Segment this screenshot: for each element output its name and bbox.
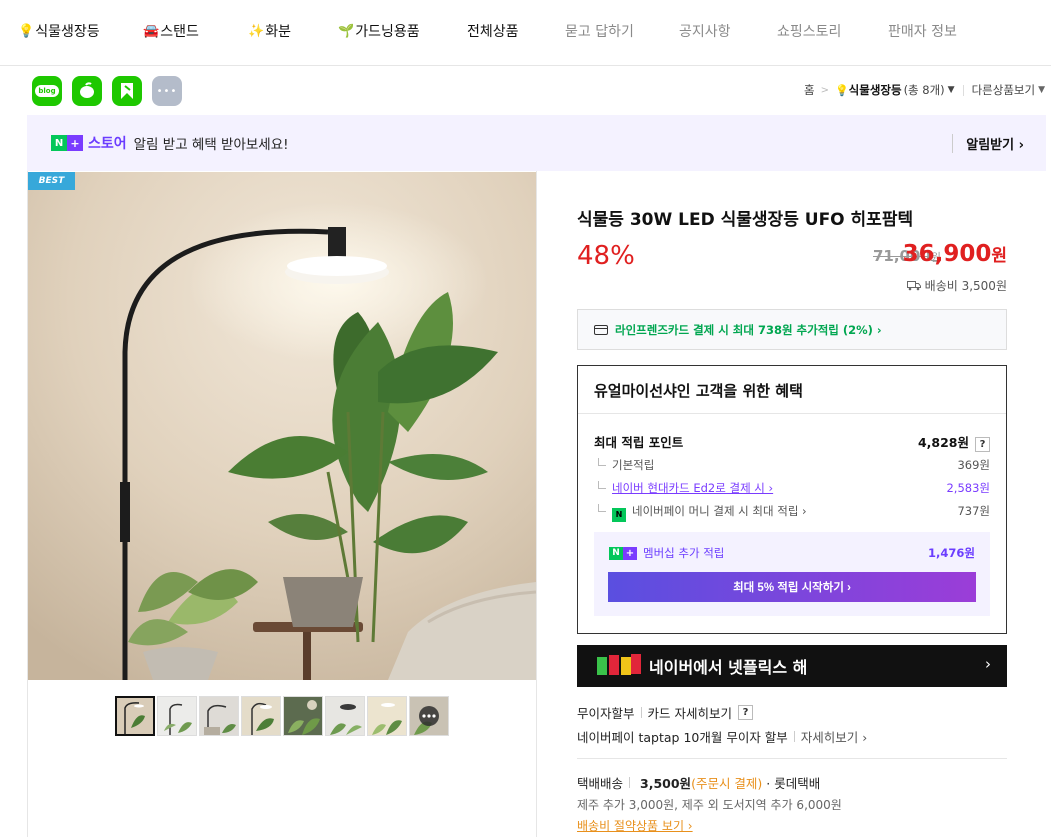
breadcrumb: 홈 > 💡 식물생장등 (총 8개) ▼ 다른상품보기 ▼ bbox=[804, 82, 1045, 98]
bookmark-icon bbox=[121, 83, 133, 99]
delivery-row: 택배배송 3,500원 (주문시 결제) · 롯데택배 bbox=[577, 776, 821, 791]
talk-link-button[interactable] bbox=[72, 76, 102, 106]
points-row: 기본적립 369원 bbox=[594, 457, 990, 473]
chevron-right-icon: › bbox=[985, 655, 991, 673]
naverpay-link[interactable]: 네이버페이 머니 결제 시 최대 적립 › bbox=[632, 504, 807, 518]
netflix-promo-banner[interactable]: 네이버에서 넷플릭스 해 › bbox=[577, 645, 1007, 687]
thumbnail-image[interactable] bbox=[283, 696, 323, 736]
top-navigation: 💡 식물생장등 🚘 스탠드 ✨ 화분 🌱 가드닝용품 전체상품 묻고 답하기 공지사항 … bbox=[0, 0, 1051, 66]
shipping-fee: 배송비 3,500원 bbox=[906, 277, 1007, 294]
divider bbox=[962, 84, 964, 96]
banner-message: 알림 받고 혜택 받아보세요! bbox=[133, 137, 289, 153]
nav-item-plant-light[interactable]: 💡 식물생장등 bbox=[18, 21, 100, 41]
nav-item-pot[interactable]: ✨ 화분 bbox=[248, 21, 291, 41]
nav-item-stand[interactable]: 🚘 스탠드 bbox=[143, 21, 199, 41]
truck-icon bbox=[906, 281, 921, 291]
max-points-row: 최대 적립 포인트 4,828원? bbox=[594, 432, 990, 452]
hyundai-card-link[interactable]: 네이버 현대카드 Ed2로 결제 시 › bbox=[612, 481, 773, 495]
card-detail-link[interactable]: 카드 자세히보기 bbox=[648, 703, 732, 722]
delivery-extra: 제주 추가 3,000원, 제주 외 도서지역 추가 6,000원 bbox=[577, 798, 842, 812]
store-label: 스토어 bbox=[88, 136, 127, 152]
subscribe-alert-button[interactable]: 알림받기 › bbox=[952, 134, 1024, 153]
more-button[interactable]: ••• bbox=[152, 76, 182, 106]
discount-rate: 48% bbox=[577, 241, 635, 271]
installment-row: 무이자할부 카드 자세히보기 ? bbox=[577, 703, 753, 722]
membership-start-button[interactable]: 최대 5% 적립 시작하기 › bbox=[608, 572, 976, 602]
blog-link-button[interactable]: blog bbox=[32, 76, 62, 106]
cup-icon bbox=[80, 82, 94, 98]
naver-plus-logo: N + bbox=[51, 135, 83, 151]
car-icon: 🚘 bbox=[143, 23, 160, 39]
thumbnail-image[interactable] bbox=[199, 696, 239, 736]
sparkle-icon: ✨ bbox=[248, 23, 265, 39]
naver-plus-logo: N + bbox=[609, 546, 637, 560]
help-icon[interactable]: ? bbox=[738, 705, 753, 720]
taptap-row: 네이버페이 taptap 10개월 무이자 할부 자세히보기 › bbox=[577, 727, 867, 746]
thumbnail-strip bbox=[115, 696, 449, 736]
points-row: 네이버 현대카드 Ed2로 결제 시 › 2,583원 bbox=[594, 480, 990, 496]
bulb-icon: 💡 bbox=[18, 23, 35, 39]
netflix-promo-logo bbox=[597, 654, 641, 675]
social-links: blog ••• bbox=[32, 76, 182, 106]
benefit-header: 유얼마이선샤인 고객을 위한 혜택 bbox=[578, 366, 1006, 414]
thumbnail-image[interactable] bbox=[157, 696, 197, 736]
thumbnail-image[interactable] bbox=[325, 696, 365, 736]
divider bbox=[577, 758, 1007, 759]
shipping-saving-link[interactable]: 배송비 절약상품 보기 › bbox=[577, 817, 693, 834]
bookmark-link-button[interactable] bbox=[112, 76, 142, 106]
breadcrumb-count: (총 8개) bbox=[903, 83, 945, 97]
points-row: N 네이버페이 머니 결제 시 최대 적립 › 737원 bbox=[594, 503, 990, 522]
bulb-icon: 💡 bbox=[834, 83, 849, 97]
thumbnail-image[interactable] bbox=[409, 696, 449, 736]
nav-item-shopping-story[interactable]: 쇼핑스토리 bbox=[777, 21, 841, 41]
nav-item-seller-info[interactable]: 판매자 정보 bbox=[888, 21, 957, 41]
thumbnail-image[interactable] bbox=[115, 696, 155, 736]
benefit-panel: 유얼마이선샤인 고객을 위한 혜택 최대 적립 포인트 4,828원? 기본적립… bbox=[577, 365, 1007, 634]
breadcrumb-home[interactable]: 홈 bbox=[804, 82, 815, 98]
card-promo-link[interactable]: 라인프렌즈카드 결제 시 최대 738원 추가적립 (2%) › bbox=[577, 309, 1007, 350]
thumbnail-image[interactable] bbox=[367, 696, 407, 736]
sale-price: 36,900원 bbox=[902, 241, 1007, 267]
naverpay-icon: N bbox=[612, 508, 626, 522]
sprout-icon: 🌱 bbox=[338, 23, 355, 39]
nav-item-notice[interactable]: 공지사항 bbox=[679, 21, 731, 41]
product-title: 식물등 30W LED 식물생장등 UFO 히포팜텍 bbox=[577, 210, 914, 230]
credit-card-icon bbox=[594, 324, 608, 335]
help-icon[interactable]: ? bbox=[975, 437, 990, 452]
best-badge: BEST bbox=[28, 172, 75, 190]
nav-item-all-products[interactable]: 전체상품 bbox=[467, 21, 519, 41]
breadcrumb-category[interactable]: 식물생장등 bbox=[849, 82, 902, 98]
thumbnail-image[interactable] bbox=[241, 696, 281, 736]
membership-box: N + 멤버십 추가 적립 1,476원 최대 5% 적립 시작하기 › bbox=[594, 532, 990, 616]
chevron-right-icon: > bbox=[820, 84, 829, 96]
nav-item-qna[interactable]: 묻고 답하기 bbox=[565, 21, 634, 41]
other-products-link[interactable]: 다른상품보기 bbox=[972, 82, 1035, 98]
caret-down-icon[interactable]: ▼ bbox=[948, 85, 955, 95]
nav-item-gardening[interactable]: 🌱 가드닝용품 bbox=[338, 21, 420, 41]
caret-down-icon[interactable]: ▼ bbox=[1038, 85, 1045, 95]
more-icon: ••• bbox=[156, 85, 178, 97]
store-alert-banner: N + 스토어 알림 받고 혜택 받아보세요! 알림받기 › bbox=[27, 115, 1046, 171]
product-main-image[interactable] bbox=[28, 172, 536, 680]
blog-icon: blog bbox=[35, 85, 59, 97]
taptap-detail-link[interactable]: 자세히보기 › bbox=[801, 727, 867, 746]
